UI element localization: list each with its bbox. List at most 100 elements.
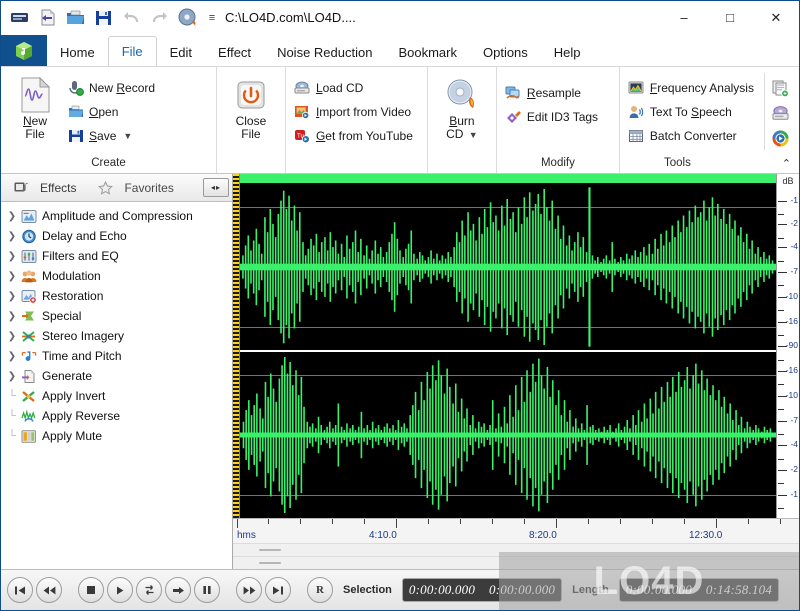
expand-chevron-icon[interactable]: ❯	[5, 231, 19, 242]
save-label: Save	[89, 129, 117, 143]
new-file-label: New File	[22, 114, 47, 141]
close-file-button[interactable]: Close File	[223, 73, 279, 141]
time-ruler[interactable]: hms 4:10.0 8:20.0 12:30.0	[233, 518, 799, 543]
fast-forward-button[interactable]	[236, 577, 262, 603]
import-from-video-button[interactable]: Import from Video	[292, 100, 417, 124]
tab-home[interactable]: Home	[47, 39, 108, 66]
sidebar-item-delay-and-echo[interactable]: ❯ Delay and Echo	[1, 226, 232, 246]
go-to-end-button[interactable]	[265, 577, 291, 603]
invert-icon	[19, 388, 38, 405]
waveform-canvas[interactable]	[240, 174, 776, 518]
sidebar-item-restoration[interactable]: ❯ Restoration	[1, 286, 232, 306]
pause-button[interactable]	[194, 577, 220, 603]
get-from-youtube-label: Get from YouTube	[315, 129, 413, 143]
tab-options[interactable]: Options	[470, 39, 541, 66]
get-from-youtube-button[interactable]: Tu Get from YouTube	[292, 124, 417, 148]
loop-button[interactable]	[136, 577, 162, 603]
waveform-display[interactable]: dB -1 -2 -4 -7 -10 -16 -90 -16 -10 -7 -4…	[233, 174, 799, 518]
tab-effect[interactable]: Effect	[205, 39, 264, 66]
horizontal-scrollbar-zoom[interactable]	[233, 543, 799, 556]
frequency-analysis-button[interactable]: Frequency Analysis	[626, 76, 758, 100]
sidebar-tab-effects[interactable]: Effects	[4, 177, 84, 198]
close-button[interactable]: ✕	[753, 1, 799, 34]
sidebar-item-time-and-pitch[interactable]: ❯ Time and Pitch	[1, 346, 232, 366]
tab-edit[interactable]: Edit	[157, 39, 205, 66]
sidebar-item-apply-mute[interactable]: └ Apply Mute	[1, 426, 232, 446]
tab-help[interactable]: Help	[541, 39, 594, 66]
burn-cd-icon[interactable]	[177, 7, 198, 28]
chevron-down-icon[interactable]: ▼	[469, 130, 478, 140]
text-to-speech-button[interactable]: Text To Speech	[626, 100, 758, 124]
expand-chevron-icon[interactable]: ❯	[5, 251, 19, 262]
scrollbar-grip[interactable]	[259, 549, 281, 551]
open-folder-icon[interactable]	[65, 7, 86, 28]
sidebar-tab-favorites[interactable]: Favorites	[88, 177, 181, 198]
sidebar-item-amplitude-and-compression[interactable]: ❯ Amplitude and Compression	[1, 206, 232, 226]
forward-step-button[interactable]	[165, 577, 191, 603]
resample-button[interactable]: Resample	[503, 81, 602, 105]
tab-noise-reduction[interactable]: Noise Reduction	[264, 39, 385, 66]
sidebar-item-generate[interactable]: ❯ Generate	[1, 366, 232, 386]
ribbon-group-close: Close File	[215, 67, 285, 173]
restoration-icon	[19, 288, 38, 305]
length-time-display[interactable]: 0:00:00.000 0:14:58.104	[618, 578, 780, 602]
collapse-ribbon-button[interactable]: ⌃	[782, 157, 791, 170]
save-icon	[67, 128, 84, 145]
new-file-button[interactable]: New File	[7, 73, 63, 141]
cd-drive-icon[interactable]	[769, 102, 793, 125]
tab-file[interactable]: File	[107, 36, 157, 66]
sidebar-nav-arrows[interactable]: ◂▸	[203, 178, 229, 197]
scrollbar-grip[interactable]	[259, 562, 281, 564]
save-icon[interactable]	[93, 7, 114, 28]
tab-bookmark[interactable]: Bookmark	[385, 39, 470, 66]
minimize-button[interactable]: –	[661, 1, 707, 34]
media-player-icon[interactable]	[769, 127, 793, 150]
mute-icon	[19, 428, 38, 445]
expand-chevron-icon[interactable]: ❯	[5, 211, 19, 222]
copy-files-icon[interactable]	[769, 77, 793, 100]
sidebar-item-label: Generate	[42, 369, 93, 383]
maximize-button[interactable]: □	[707, 1, 753, 34]
sidebar-item-special[interactable]: ❯ Special	[1, 306, 232, 326]
expand-chevron-icon[interactable]: ❯	[5, 371, 19, 382]
record-button[interactable]: R	[307, 577, 333, 603]
chevron-down-icon[interactable]: ▼	[123, 131, 132, 141]
record-icon	[67, 80, 84, 97]
go-to-start-button[interactable]	[7, 577, 33, 603]
expand-chevron-icon[interactable]: ❯	[5, 271, 19, 282]
time-label: 8:20.0	[529, 530, 557, 541]
db-label: -90	[785, 340, 798, 351]
window-controls: – □ ✕	[661, 1, 799, 34]
selection-time-display[interactable]: 0:00:00.000 0:00:00.000	[401, 578, 563, 602]
new-record-button[interactable]: New Record	[65, 76, 159, 100]
rewind-button[interactable]	[36, 577, 62, 603]
save-button[interactable]: Save ▼	[65, 124, 159, 148]
horizontal-scrollbar[interactable]	[233, 556, 799, 569]
import-icon[interactable]	[37, 7, 58, 28]
expand-chevron-icon[interactable]: ❯	[5, 291, 19, 302]
ribbon-group-modify: Resample Edit ID3 Tags Modify	[495, 67, 619, 173]
tree-leaf-icon: └	[8, 430, 16, 442]
app-logo-icon[interactable]	[1, 35, 47, 66]
edit-id3-tags-button[interactable]: Edit ID3 Tags	[503, 105, 602, 129]
db-label: -4	[790, 241, 798, 252]
sidebar-item-stereo-imagery[interactable]: ❯ Stereo Imagery	[1, 326, 232, 346]
waveform-channel-left[interactable]	[240, 184, 776, 350]
sidebar-item-apply-reverse[interactable]: └ Apply Reverse	[1, 406, 232, 426]
open-button[interactable]: Open	[65, 100, 159, 124]
burn-cd-button[interactable]: Burn CD ▼	[434, 73, 490, 142]
sidebar-item-modulation[interactable]: ❯ Modulation	[1, 266, 232, 286]
expand-chevron-icon[interactable]: ❯	[5, 331, 19, 342]
sidebar-item-apply-invert[interactable]: └ Apply Invert	[1, 386, 232, 406]
sidebar-item-filters-and-eq[interactable]: ❯ Filters and EQ	[1, 246, 232, 266]
qat-overflow-icon[interactable]: ≡	[205, 12, 219, 24]
batch-converter-button[interactable]: Batch Converter	[626, 124, 758, 148]
waveform-overview-bar[interactable]	[240, 174, 776, 184]
expand-chevron-icon[interactable]: ❯	[5, 311, 19, 322]
expand-chevron-icon[interactable]: ❯	[5, 351, 19, 362]
load-cd-button[interactable]: Load CD	[292, 76, 417, 100]
waveform-channel-right[interactable]	[240, 350, 776, 518]
stop-button[interactable]	[78, 577, 104, 603]
new-file-icon[interactable]	[9, 7, 30, 28]
play-button[interactable]	[107, 577, 133, 603]
